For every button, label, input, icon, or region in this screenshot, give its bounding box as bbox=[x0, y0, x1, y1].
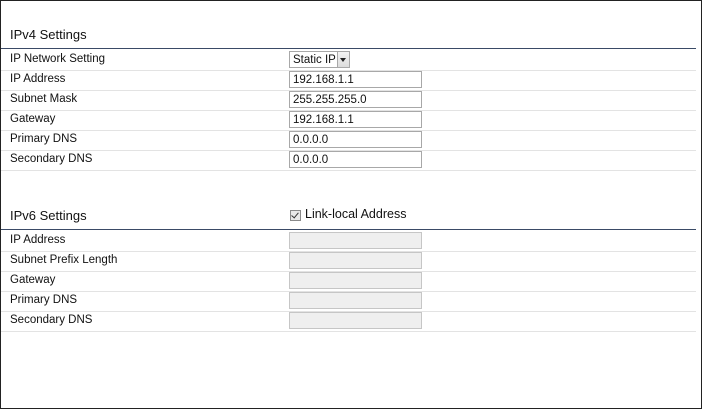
ipv6-subnet-prefix-row: Subnet Prefix Length bbox=[1, 251, 696, 272]
ipv4-divider bbox=[1, 48, 696, 49]
ipv6-gateway-row: Gateway bbox=[1, 271, 696, 292]
ipv4-secondary-dns-row: Secondary DNS 0.0.0.0 bbox=[1, 150, 696, 171]
ipv4-ip-address-label: IP Address bbox=[10, 73, 66, 85]
ipv4-primary-dns-row: Primary DNS 0.0.0.0 bbox=[1, 130, 696, 151]
ipv4-subnet-mask-label: Subnet Mask bbox=[10, 93, 78, 105]
chevron-down-icon[interactable] bbox=[337, 52, 349, 67]
ipv6-secondary-dns-input[interactable] bbox=[289, 312, 422, 329]
ipv4-ip-address-row: IP Address 192.168.1.1 bbox=[1, 70, 696, 91]
ipv4-gateway-input[interactable]: 192.168.1.1 bbox=[289, 111, 422, 128]
ipv6-subnet-prefix-input[interactable] bbox=[289, 252, 422, 269]
ipv4-subnet-mask-row: Subnet Mask 255.255.255.0 bbox=[1, 90, 696, 111]
link-local-label: Link-local Address bbox=[305, 207, 407, 221]
ipv4-gateway-label: Gateway bbox=[10, 113, 56, 125]
ipv6-primary-dns-row: Primary DNS bbox=[1, 291, 696, 312]
ipv6-secondary-dns-row: Secondary DNS bbox=[1, 311, 696, 332]
ipv6-ip-address-label: IP Address bbox=[10, 234, 66, 246]
link-local-row: Link-local Address bbox=[1, 207, 696, 227]
ipv4-ip-address-input[interactable]: 192.168.1.1 bbox=[289, 71, 422, 88]
ip-network-setting-select[interactable]: Static IP bbox=[289, 51, 350, 68]
ipv6-subnet-prefix-label: Subnet Prefix Length bbox=[10, 254, 118, 266]
ipv6-primary-dns-label: Primary DNS bbox=[10, 294, 78, 306]
ipv4-network-setting-label: IP Network Setting bbox=[10, 53, 106, 65]
settings-panel: IPv4 Settings IP Network Setting Static … bbox=[0, 0, 702, 409]
ip-network-setting-value: Static IP bbox=[293, 54, 336, 66]
ipv4-primary-dns-input[interactable]: 0.0.0.0 bbox=[289, 131, 422, 148]
ipv4-section-title: IPv4 Settings bbox=[10, 27, 87, 42]
ipv6-secondary-dns-label: Secondary DNS bbox=[10, 314, 93, 326]
ipv4-subnet-mask-input[interactable]: 255.255.255.0 bbox=[289, 91, 422, 108]
ipv4-secondary-dns-input[interactable]: 0.0.0.0 bbox=[289, 151, 422, 168]
link-local-checkbox[interactable] bbox=[290, 210, 301, 221]
ipv6-gateway-label: Gateway bbox=[10, 274, 56, 286]
ipv6-divider bbox=[1, 229, 696, 230]
ipv4-gateway-row: Gateway 192.168.1.1 bbox=[1, 110, 696, 131]
ipv6-ip-address-input[interactable] bbox=[289, 232, 422, 249]
ipv4-network-setting-row: IP Network Setting Static IP bbox=[1, 50, 696, 71]
ipv6-ip-address-row: IP Address bbox=[1, 231, 696, 252]
ipv4-secondary-dns-label: Secondary DNS bbox=[10, 153, 93, 165]
ipv6-gateway-input[interactable] bbox=[289, 272, 422, 289]
ipv6-primary-dns-input[interactable] bbox=[289, 292, 422, 309]
ipv4-primary-dns-label: Primary DNS bbox=[10, 133, 78, 145]
